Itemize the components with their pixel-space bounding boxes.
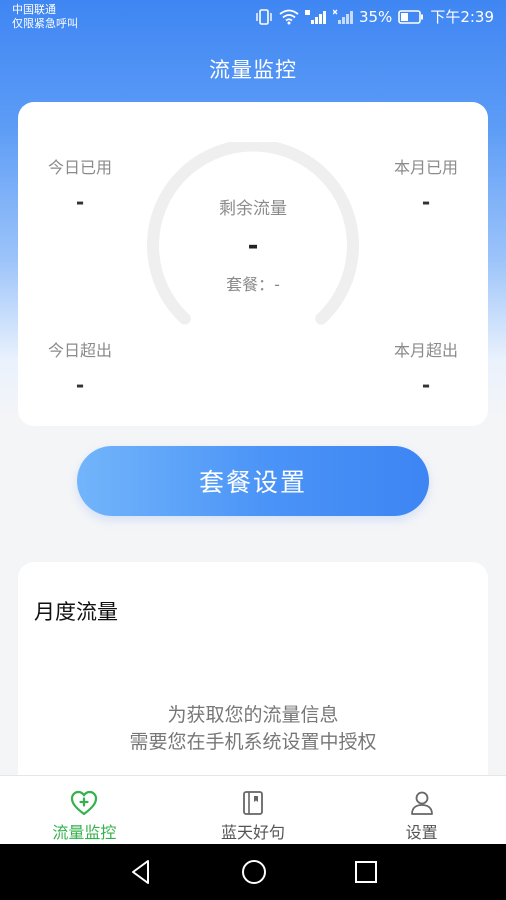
tab-traffic-monitor-label: 流量监控 (52, 823, 117, 842)
notebook-icon (243, 791, 263, 815)
permission-message-line1: 为获取您的流量信息 (167, 704, 339, 726)
permission-message-line2: 需要您在手机系统设置中授权 (129, 731, 377, 753)
tab-sky-quotes-label: 蓝天好句 (221, 823, 286, 842)
month-over-stat: 本月超出 - (366, 337, 486, 397)
today-over-label: 今日超出 (47, 341, 112, 360)
heart-plus-icon (71, 790, 98, 816)
status-bar: 中国联通 仅限紧急呼叫 35% 下午2:39 (0, 0, 506, 34)
person-icon (410, 791, 433, 815)
signal-no-sim-icon (332, 9, 353, 24)
battery-icon (398, 9, 424, 24)
tab-settings-label: 设置 (405, 823, 438, 842)
vibrate-icon (256, 8, 272, 25)
today-over-value: - (75, 373, 85, 397)
monthly-traffic-title: 月度流量 (34, 600, 118, 624)
status-icons: 35% 下午2:39 (255, 6, 494, 27)
monthly-traffic-card: 月度流量 为获取您的流量信息 需要您在手机系统设置中授权 (18, 562, 488, 802)
month-used-stat: 本月已用 - (366, 154, 486, 214)
tab-traffic-monitor[interactable]: 流量监控 (0, 776, 169, 845)
bottom-tab-bar: 流量监控 蓝天好句 设置 (0, 775, 506, 845)
remaining-label: 剩余流量 (219, 199, 287, 219)
permission-message: 为获取您的流量信息 需要您在手机系统设置中授权 (18, 702, 488, 756)
carrier-name: 中国联通 (12, 3, 56, 16)
system-navigation-bar (0, 844, 506, 900)
month-over-label: 本月超出 (393, 341, 458, 360)
carrier-info: 中国联通 仅限紧急呼叫 (12, 3, 78, 31)
today-over-stat: 今日超出 - (20, 337, 140, 397)
plan-settings-button[interactable]: 套餐设置 (77, 446, 429, 516)
battery-percent: 35% (358, 7, 393, 26)
wifi-icon (279, 9, 299, 24)
today-used-value: - (75, 190, 85, 214)
page-title: 流量监控 (209, 58, 297, 82)
signal-4g-icon (304, 9, 326, 24)
back-icon[interactable] (128, 858, 154, 886)
home-icon[interactable] (240, 858, 268, 886)
usage-card: 今日已用 - 本月已用 - 今日超出 - 本月超出 - 剩余流量 - 套餐：- (18, 102, 488, 426)
today-used-label: 今日已用 (47, 158, 112, 177)
recents-icon[interactable] (353, 858, 379, 886)
tab-settings[interactable]: 设置 (337, 776, 506, 845)
remaining-value: - (247, 231, 259, 261)
tab-sky-quotes[interactable]: 蓝天好句 (169, 776, 338, 845)
month-used-value: - (421, 190, 431, 214)
clock: 下午2:39 (430, 8, 494, 26)
today-used-stat: 今日已用 - (20, 154, 140, 214)
emergency-only-text: 仅限紧急呼叫 (12, 17, 78, 30)
gauge-center: 剩余流量 - 套餐：- (148, 194, 358, 295)
month-used-label: 本月已用 (393, 158, 458, 177)
month-over-value: - (421, 373, 431, 397)
plan-text: 套餐：- (226, 275, 280, 294)
